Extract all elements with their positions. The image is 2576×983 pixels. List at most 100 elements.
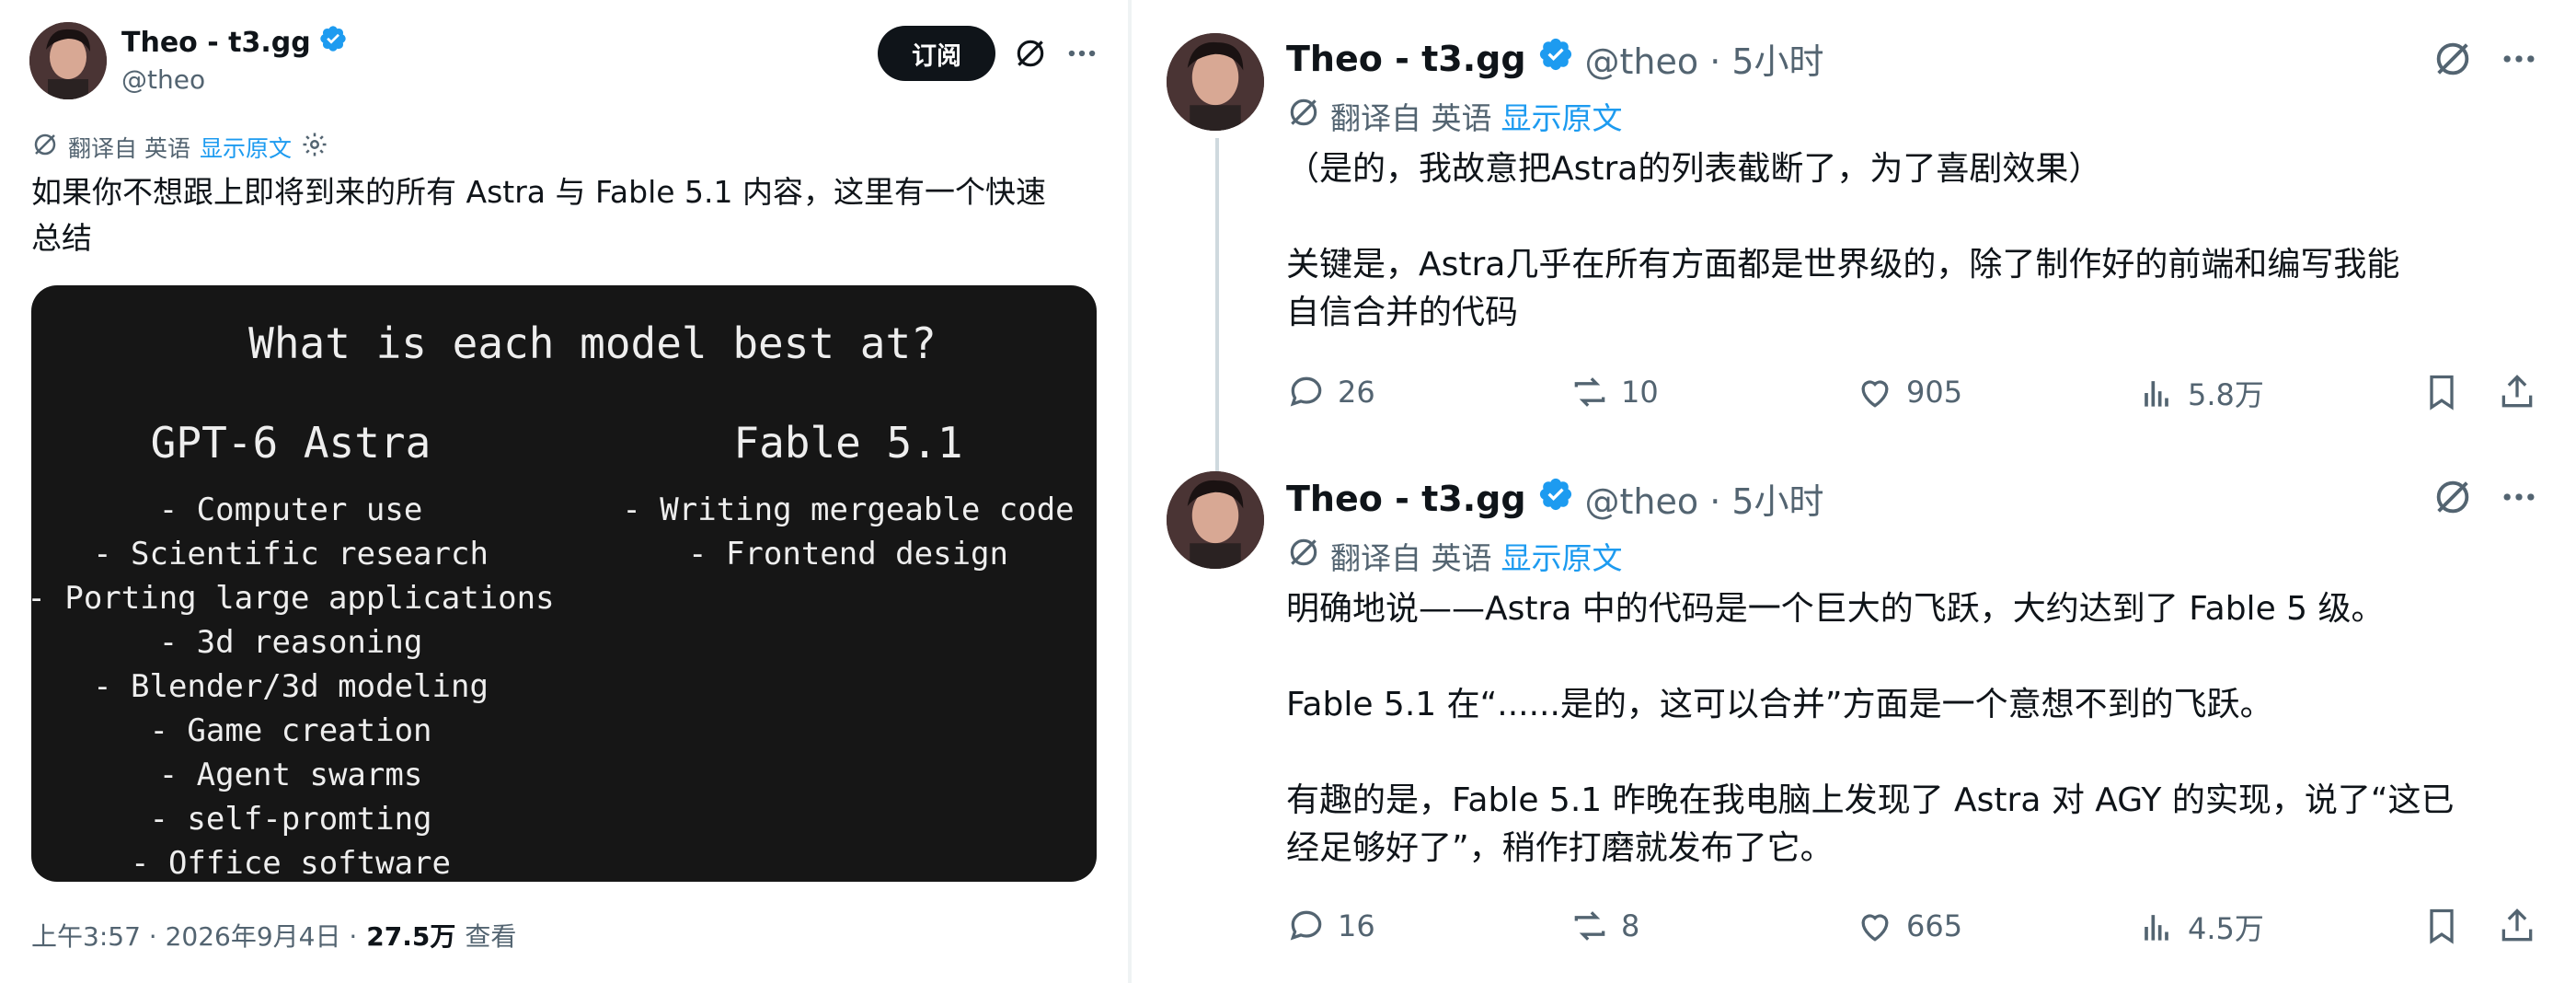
avatar[interactable] <box>1167 471 1264 569</box>
handle-and-time[interactable]: @theo · 5小时 <box>1585 473 1824 524</box>
repost-button[interactable]: 10 <box>1570 372 1659 412</box>
tweet-text: （是的，我故意把Astra的列表截断了，为了喜剧效果） 关键是，Astra几乎在… <box>1286 145 2399 337</box>
image-col-left-title: GPT-6 Astra <box>150 418 431 468</box>
left-tweet-panel: Theo - t3.gg @theo 订阅 翻译自 英语 显示原文 如果你不想跟… <box>0 0 1128 983</box>
tweet-text-line: Fable 5.1 在“......是的，这可以合并”方面是一个意想不到的飞跃。 <box>1286 686 2273 723</box>
handle-and-time[interactable]: @theo · 5小时 <box>1585 33 1824 84</box>
tweet-text-line: （是的，我故意把Astra的列表截断了，为了喜剧效果） <box>1286 150 2102 188</box>
tweet-text-line: 有趣的是，Fable 5.1 昨晚在我电脑上发现了 Astra 对 AGY 的实… <box>1286 781 2455 819</box>
like-button[interactable]: 665 <box>1855 906 1962 946</box>
repost-count: 10 <box>1621 375 1659 410</box>
tweet-text-line: 关键是，Astra几乎在所有方面都是世界级的，除了制作好的前端和编写我能 <box>1286 246 2400 283</box>
repost-icon <box>1574 911 1605 941</box>
show-original-link[interactable]: 显示原文 <box>200 131 292 164</box>
image-list-item: - Frontend design <box>688 536 1008 572</box>
avatar[interactable] <box>29 22 107 99</box>
translated-from-label: 翻译自 英语 <box>1330 100 1492 136</box>
tweet-header: Theo - t3.gg @theo · 5小时 <box>1286 33 1824 84</box>
image-list-item: - Office software <box>131 845 451 882</box>
view-count: 27.5万 <box>366 921 456 952</box>
verified-badge-icon <box>1537 476 1574 521</box>
tweet-header: Theo - t3.gg @theo · 5小时 <box>1286 473 1824 524</box>
tweet-text-line: 如果你不想跟上即将到来的所有 Astra 与 Fable 5.1 内容，这里有一… <box>31 174 1047 210</box>
translate-icon <box>1286 95 1321 137</box>
translate-row: 翻译自 英语 显示原文 <box>31 131 328 164</box>
grok-icon[interactable] <box>1010 33 1051 74</box>
views-count: 5.8万 <box>2188 377 2264 412</box>
tweet-text: 明确地说——Astra 中的代码是一个巨大的飞跃，大约达到了 Fable 5 级… <box>1286 585 2454 873</box>
like-button[interactable]: 905 <box>1855 372 1962 412</box>
image-list-item: - Game creation <box>149 712 432 749</box>
reply-icon <box>1290 376 1322 407</box>
share-icon <box>2501 375 2533 408</box>
bookmark-icon <box>2430 908 2454 944</box>
image-list-item: - Porting large applications <box>31 580 555 617</box>
image-list-item: - Blender/3d modeling <box>93 668 489 705</box>
translated-from-label: 翻译自 英语 <box>68 135 190 162</box>
translated-from-label: 翻译自 英语 <box>1330 540 1492 576</box>
image-list-item: - Agent swarms <box>158 757 423 793</box>
show-original-link[interactable]: 显示原文 <box>1501 94 1623 138</box>
image-col-right-title: Fable 5.1 <box>733 418 963 468</box>
repost-icon <box>1574 377 1605 407</box>
tweet-image[interactable]: What is each model best at? GPT-6 Astra … <box>31 285 1097 882</box>
author-name-text[interactable]: Theo - t3.gg <box>121 27 311 59</box>
image-list-item: - Scientific research <box>93 536 489 572</box>
views-icon <box>2145 381 2168 407</box>
translate-icon <box>31 131 59 164</box>
settings-icon[interactable] <box>301 131 328 164</box>
author-name[interactable]: Theo - t3.gg <box>1286 479 1526 519</box>
tweet-text-line: 总结 <box>31 219 92 256</box>
verified-badge-icon <box>318 24 348 61</box>
like-icon <box>1861 914 1889 942</box>
tweet-meta: 上午3:57 · 2026年9月4日 · 27.5万 查看 <box>31 917 516 954</box>
translate-row: 翻译自 英语 显示原文 <box>1286 94 1623 138</box>
reply-count: 26 <box>1338 375 1375 410</box>
image-list-item: - self-promting <box>149 801 432 838</box>
share-icon <box>2501 908 2533 942</box>
image-title: What is each model best at? <box>248 318 937 368</box>
subscribe-button[interactable]: 订阅 <box>878 26 995 81</box>
verified-badge-icon <box>1537 36 1574 81</box>
share-button[interactable] <box>2497 372 2537 412</box>
views-label: 查看 <box>465 921 517 952</box>
repost-button[interactable]: 8 <box>1570 906 1639 946</box>
image-list-item: - Computer use <box>158 492 423 528</box>
repost-count: 8 <box>1621 908 1640 943</box>
like-count: 905 <box>1906 375 1963 410</box>
tweet-text-line: 经足够好了”，稍作打磨就发布了它。 <box>1286 829 1834 867</box>
views-icon <box>2145 915 2168 941</box>
bookmark-icon <box>2430 375 2454 411</box>
like-icon <box>1861 380 1889 408</box>
translate-icon <box>1286 535 1321 577</box>
more-icon[interactable] <box>1062 33 1102 74</box>
views-button[interactable]: 4.5万 <box>2136 906 2264 948</box>
more-icon[interactable] <box>2495 473 2543 521</box>
reply-button[interactable]: 16 <box>1286 906 1375 946</box>
author-handle[interactable]: @theo <box>121 64 205 95</box>
translate-row: 翻译自 英语 显示原文 <box>1286 534 1623 578</box>
share-button[interactable] <box>2497 906 2537 946</box>
reply-count: 16 <box>1338 908 1375 943</box>
thread-connector-line <box>1215 138 1219 471</box>
like-count: 665 <box>1906 908 1963 943</box>
author-name[interactable]: Theo - t3.gg <box>121 24 348 61</box>
grok-icon[interactable] <box>2429 473 2477 521</box>
avatar[interactable] <box>1167 33 1264 131</box>
views-count: 4.5万 <box>2188 911 2264 946</box>
image-list-item: - Writing mergeable code <box>622 492 1075 528</box>
reply-icon <box>1290 910 1322 941</box>
tweet-text-line: 明确地说——Astra 中的代码是一个巨大的飞跃，大约达到了 Fable 5 级… <box>1286 590 2385 628</box>
tweet-text: 如果你不想跟上即将到来的所有 Astra 与 Fable 5.1 内容，这里有一… <box>31 169 1046 260</box>
more-icon[interactable] <box>2495 35 2543 83</box>
reply-button[interactable]: 26 <box>1286 372 1375 412</box>
author-name[interactable]: Theo - t3.gg <box>1286 39 1526 79</box>
timestamp[interactable]: 上午3:57 · 2026年9月4日 · <box>31 917 357 954</box>
image-list-item: - 3d reasoning <box>158 624 423 661</box>
bookmark-button[interactable] <box>2421 372 2462 412</box>
views-button[interactable]: 5.8万 <box>2136 372 2264 414</box>
show-original-link[interactable]: 显示原文 <box>1501 534 1623 578</box>
grok-icon[interactable] <box>2429 35 2477 83</box>
tweet-text-line: 自信合并的代码 <box>1286 294 1519 331</box>
bookmark-button[interactable] <box>2421 906 2462 946</box>
